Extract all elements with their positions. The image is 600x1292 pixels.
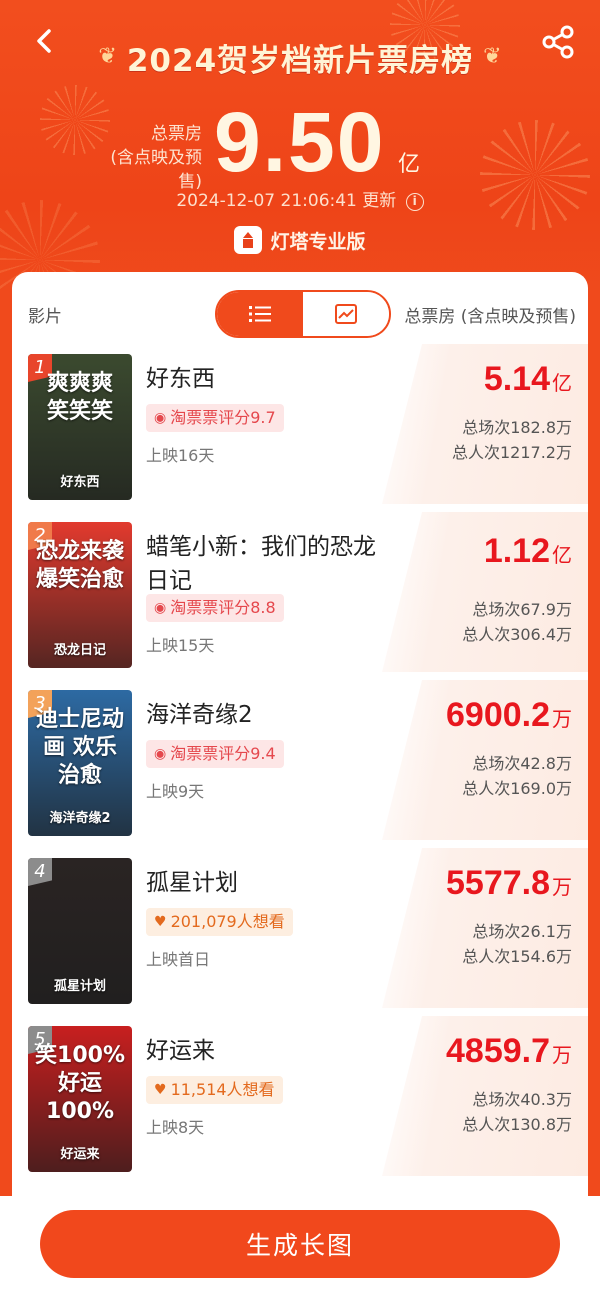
laurel-right-icon: ❦ <box>483 44 502 69</box>
gross-unit: 万 <box>552 1045 572 1067</box>
gross-value: 1.12 亿 <box>484 532 572 571</box>
laurel-left-icon: ❦ <box>98 44 117 69</box>
generate-long-image-button[interactable]: 生成长图 <box>40 1210 560 1278</box>
poster-slogan: 爽爽爽 笑笑笑 <box>46 371 113 424</box>
release-days: 上映15天 <box>146 636 215 655</box>
film-poster[interactable]: 3 迪士尼动画 欢乐治愈 海洋奇缘2 <box>28 690 132 836</box>
gross-unit: 万 <box>552 709 572 731</box>
gross-value: 6900.2 万 <box>446 696 572 735</box>
film-row[interactable]: 5 笑100% 好运100% 好运来 好运来 ♥ 11,514人想看 上映8天 … <box>12 1016 588 1184</box>
title-row: ❦ 2024贺岁档新片票房榜 ❦ <box>0 32 600 82</box>
update-time: 2024-12-07 21:06:41 <box>176 191 357 211</box>
poster-slogan: 笑100% 好运100% <box>35 1043 125 1124</box>
film-poster[interactable]: 1 爽爽爽 笑笑笑 好东西 <box>28 354 132 500</box>
taopiaopiao-icon: ◉ <box>154 410 167 426</box>
poster-title: 海洋奇缘2 <box>49 811 111 826</box>
total-box-office: 总票房 (含点映及预售) 9.50 亿 <box>0 95 600 192</box>
film-poster[interactable]: 4 孤星计划 <box>28 858 132 1004</box>
brand-name: 灯塔专业版 <box>270 230 366 253</box>
film-row[interactable]: 2 恐龙来袭 爆笑治愈 恐龙日记 蜡笔小新：我们的恐龙日记 ◉ 淘票票评分8.8… <box>12 512 588 680</box>
total-value: 9.50 <box>214 95 386 189</box>
chart-view-button[interactable] <box>303 292 389 336</box>
tag-text: 201,079人想看 <box>170 912 285 931</box>
total-shows: 总场次26.1万 <box>472 922 572 941</box>
gross-value: 5.14 亿 <box>484 360 572 399</box>
taopiaopiao-icon: ◉ <box>154 746 167 762</box>
release-days: 上映9天 <box>146 782 205 801</box>
film-column-label: 影片 <box>28 307 62 327</box>
trend-chart-icon <box>335 304 357 324</box>
dengta-logo-icon <box>234 226 263 254</box>
rating-tag: ◉ 淘票票评分9.7 <box>146 404 284 432</box>
gross-number: 6900.2 <box>446 696 550 734</box>
film-row[interactable]: 1 爽爽爽 笑笑笑 好东西 好东西 ◉ 淘票票评分9.7 上映16天 5.14 亿… <box>12 344 588 512</box>
gross-number: 5577.8 <box>446 864 550 902</box>
film-title[interactable]: 蜡笔小新：我们的恐龙日记 <box>146 530 396 598</box>
film-title[interactable]: 海洋奇缘2 <box>146 698 396 732</box>
want-to-see-tag: ♥ 11,514人想看 <box>146 1076 283 1104</box>
tag-text: 11,514人想看 <box>170 1080 275 1099</box>
release-days: 上映8天 <box>146 1118 205 1137</box>
ranking-card: 影片 总票房 (含点映及预售) 1 爽爽爽 笑笑笑 好东西 好东西 ◉ 淘票票评… <box>12 272 588 1212</box>
gross-unit: 亿 <box>552 545 572 567</box>
total-label: 总票房 (含点映及预售) <box>92 122 202 194</box>
tag-text: 淘票票评分9.4 <box>170 744 276 763</box>
poster-title: 恐龙日记 <box>53 643 106 658</box>
poster-slogan: 恐龙来袭 爆笑治愈 <box>35 539 124 592</box>
release-days: 上映首日 <box>146 950 211 969</box>
brand-row: 灯塔专业版 <box>0 226 600 254</box>
list-header: 影片 总票房 (含点映及预售) <box>12 272 588 342</box>
tag-text: 淘票票评分8.8 <box>170 598 276 617</box>
gross-unit: 亿 <box>552 373 572 395</box>
total-admissions: 总人次130.8万 <box>462 1115 572 1134</box>
release-days: 上映16天 <box>146 446 215 465</box>
poster-title: 好东西 <box>60 475 100 490</box>
update-time-row[interactable]: 2024-12-07 21:06:41 更新 i <box>0 186 600 211</box>
total-unit: 亿 <box>398 152 421 177</box>
box-office-column-label: 总票房 (含点映及预售) <box>404 307 576 327</box>
view-toggle[interactable] <box>215 290 391 338</box>
footer-bar: 生成长图 <box>0 1196 600 1292</box>
taopiaopiao-icon: ◉ <box>154 600 167 616</box>
film-title[interactable]: 好东西 <box>146 362 396 396</box>
rank-badge: 4 <box>28 858 52 886</box>
total-shows: 总场次40.3万 <box>472 1090 572 1109</box>
film-row[interactable]: 3 迪士尼动画 欢乐治愈 海洋奇缘2 海洋奇缘2 ◉ 淘票票评分9.4 上映9天… <box>12 680 588 848</box>
film-poster[interactable]: 5 笑100% 好运100% 好运来 <box>28 1026 132 1172</box>
poster-title: 孤星计划 <box>53 979 106 994</box>
tag-text: 淘票票评分9.7 <box>170 408 276 427</box>
total-shows: 总场次182.8万 <box>462 418 572 437</box>
total-admissions: 总人次306.4万 <box>462 625 572 644</box>
poster-slogan: 迪士尼动画 欢乐治愈 <box>35 707 124 788</box>
gross-value: 4859.7 万 <box>446 1032 572 1071</box>
rating-tag: ◉ 淘票票评分8.8 <box>146 594 284 622</box>
gross-value: 5577.8 万 <box>446 864 572 903</box>
update-suffix: 更新 <box>362 191 397 211</box>
gross-number: 4859.7 <box>446 1032 550 1070</box>
gross-number: 5.14 <box>483 360 550 398</box>
total-admissions: 总人次154.6万 <box>462 947 572 966</box>
list-view-button[interactable] <box>217 292 303 336</box>
total-label-line1: 总票房 <box>151 124 202 144</box>
poster-title: 好运来 <box>60 1147 100 1162</box>
total-admissions: 总人次1217.2万 <box>452 443 572 462</box>
gross-number: 1.12 <box>483 532 550 570</box>
want-to-see-tag: ♥ 201,079人想看 <box>146 908 293 936</box>
gross-unit: 万 <box>552 877 572 899</box>
film-poster[interactable]: 2 恐龙来袭 爆笑治愈 恐龙日记 <box>28 522 132 668</box>
film-title[interactable]: 孤星计划 <box>146 866 396 900</box>
page-title: 2024贺岁档新片票房榜 <box>126 42 474 79</box>
info-icon[interactable]: i <box>405 193 424 211</box>
total-admissions: 总人次169.0万 <box>462 779 572 798</box>
film-title[interactable]: 好运来 <box>146 1034 396 1068</box>
list-icon <box>249 306 271 322</box>
total-shows: 总场次42.8万 <box>472 754 572 773</box>
heart-icon: ♥ <box>154 914 167 930</box>
heart-icon: ♥ <box>154 1082 167 1098</box>
total-shows: 总场次67.9万 <box>472 600 572 619</box>
header: ❦ 2024贺岁档新片票房榜 ❦ 总票房 (含点映及预售) 9.50 亿 202… <box>0 0 600 290</box>
film-row[interactable]: 4 孤星计划 孤星计划 ♥ 201,079人想看 上映首日 5577.8 万 总场… <box>12 848 588 1016</box>
rating-tag: ◉ 淘票票评分9.4 <box>146 740 284 768</box>
